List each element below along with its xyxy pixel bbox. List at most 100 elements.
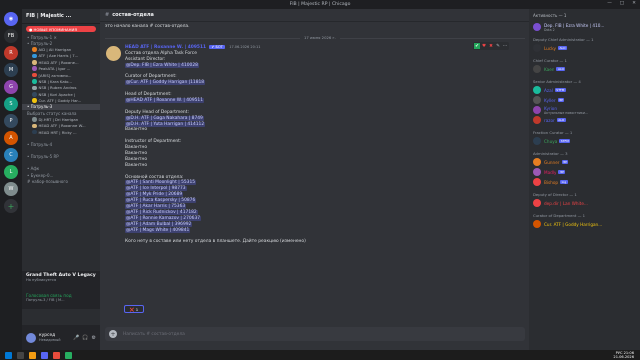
server-icon-8[interactable]: C [4,148,18,162]
user-panel[interactable]: курсед Невидимый 🎤 🎧 ⚙ [22,325,100,350]
member-name: Chuya [544,138,558,144]
voice-user-name: Cur. ATF | Goddy Har... [38,98,82,104]
member-item[interactable]: Dep. FIB | Ezra White | 410... Dota 2 [529,22,640,32]
channel-item[interactable]: • Патруль-4 [22,141,100,147]
avatar [533,106,541,114]
hash-icon: # [105,12,110,18]
voice-user-name: PeakATA | Igor ... [38,66,71,72]
minimize-icon[interactable]: — [607,1,612,6]
avatar [533,199,541,207]
channel-header: # состав-отдела Искать «FIB | Majestic R… [100,9,640,22]
voice-user-name: HEAD ATF | Roxanne W... [38,123,86,129]
headphones-icon[interactable]: 🎧 [82,335,88,341]
channel-topic: это начало канала # состав-отдела. [105,24,190,29]
member-item[interactable]: Kyrion Актуальные новостники... [529,105,640,115]
member-tag: ALO [556,118,566,122]
member-item[interactable]: Kaen ALO [529,64,640,74]
avatar[interactable] [26,332,36,343]
game-activity[interactable]: Grand Theft Auto V Legacy На публикуется [22,271,100,291]
channel-item[interactable]: • Патруль-5 RP [22,154,100,160]
microphone-icon[interactable]: 🎤 [73,335,79,341]
server-icon-5[interactable]: S [4,97,18,111]
user-status: Невидимый [39,338,61,342]
user-mention[interactable]: @Dep. FIB | Ezra White | 410028 [125,62,199,68]
channel-item[interactable]: # набор-позывного [22,178,100,184]
member-item[interactable]: Cur. ATF | Goddy Harrigan... [529,219,640,229]
gear-icon[interactable]: ⚙ [92,335,96,341]
discord-app-icon[interactable] [41,351,48,359]
add-attachment-icon[interactable]: + [109,330,117,338]
avatar [533,23,541,31]
user-mention[interactable]: @ATF | Rick Rudnickov | 417182 [125,209,198,215]
user-mention[interactable]: @ATF | Akar Harris | 75363 [125,204,187,210]
maximize-icon[interactable]: □ [620,1,624,6]
user-mention[interactable]: @ATF | Mags White | 409841 [125,227,191,233]
user-mention[interactable]: @ATF | Ruca Kaspersky | 50876 [125,198,197,204]
windows-start-icon[interactable] [5,351,12,359]
avatar [533,168,541,176]
member-item[interactable]: Madly ЭР [529,167,640,177]
voice-user-name: HEAD HRT | Ricky ... [38,129,77,135]
add-server-icon[interactable]: + [4,199,18,213]
user-mention[interactable]: @D.H. ATF | Yuta Harrigan | 414112 [125,121,206,127]
message-input[interactable]: Написать # состав-отдела [105,327,525,341]
avatar[interactable] [106,46,121,61]
member-item[interactable]: Chuya STFM [529,136,640,146]
user-mention[interactable]: @HEAD ATF | Roxanne W. | 409511 [125,98,205,104]
user-mention[interactable]: @ATF | Myk Pride | 20689 [125,192,184,198]
member-item[interactable]: Bishop log [529,177,640,187]
server-icon-7[interactable]: A [4,131,18,145]
server-icon-4[interactable]: G [4,80,18,94]
user-mention[interactable]: @D.H. ATF | Gaga Nakahara | 8749 [125,115,204,121]
user-mention[interactable]: @Cur. ATF | Goddy Harrigan |11818 [125,80,206,86]
message-text: Deputy Head of Department: [125,109,189,115]
member-item[interactable]: Lucky ALO [529,43,640,53]
voice-connected-panel[interactable]: Голосовая связь под Патруль-3 / FIB | M.… [22,291,100,309]
file-explorer-icon[interactable] [29,351,36,359]
close-icon[interactable]: ✕ [632,1,636,6]
clock[interactable]: РУС 21:06 21.06.2026 [613,351,634,359]
voice-user[interactable]: HEAD HRT | Ricky ... [22,129,100,135]
new-mentions-badge[interactable]: ● НОВЫЕ УПОМИНАНИЯ [26,26,96,32]
user-mention[interactable]: @ATF | Santi Moonlight | 55315 [125,180,197,186]
server-icon-1[interactable]: FB [4,29,18,43]
avatar [32,72,37,78]
avatar [32,129,37,135]
title-bar: FIB | Majestic RP | Chicago — □ ✕ [0,0,640,9]
message-text: Curator of Department: [125,74,177,80]
browser-icon[interactable] [53,351,60,359]
server-icon-3[interactable]: M [4,63,18,77]
server-icon-6[interactable]: P [4,114,18,128]
avatar [32,92,37,97]
server-name[interactable]: FIB | Majestic ... [22,9,100,24]
search-icon[interactable] [17,351,24,359]
window-title: FIB | Majestic RP | Chicago [289,2,351,7]
user-mention[interactable]: @ATF | Ice Interpol | 98773 [125,186,187,192]
bot-tag: ✔ БОТ [209,45,225,49]
member-item[interactable]: Azal STFM [529,85,640,95]
member-item[interactable]: Kyller ЭР [529,95,640,105]
message-author[interactable]: HEAD ATF | Roxanne W. | 409511 [125,45,206,50]
member-name: Gunner [544,159,560,165]
message-text: Вакантно [125,151,148,157]
user-mention[interactable]: @ATF | Adam Bulbal | 396992 [125,221,193,227]
member-item[interactable]: Gunner ЭР [529,157,640,167]
avatar [533,86,541,94]
voice-user-name: [ARIS] активно... [38,72,72,78]
voice-user-name: DJ.HRT | Dri Harrigan [38,116,79,122]
message-text: Вакантно [125,127,148,133]
server-icon-2[interactable]: R [4,46,18,60]
message-text: Assistant Director: [125,56,166,62]
member-item[interactable]: dep.dir | Lan White... [529,198,640,208]
user-mention[interactable]: @ATF | Ronnie Kamazov | 270637 [125,215,202,221]
server-icon-9[interactable]: L [4,165,18,179]
member-name: Madly [544,169,557,175]
server-icon-10[interactable]: W [4,182,18,196]
app-icon[interactable] [65,351,72,359]
discord-home-icon[interactable]: ◉ [4,12,18,26]
reaction-badge[interactable]: ❌ 1 [124,305,144,313]
member-item[interactable]: razor ALO [529,115,640,125]
member-tag: STFM [559,139,571,143]
message-text: Основной состав отдела: [125,174,184,180]
voice-user-name: NSB | Kori Apache | [38,91,76,97]
